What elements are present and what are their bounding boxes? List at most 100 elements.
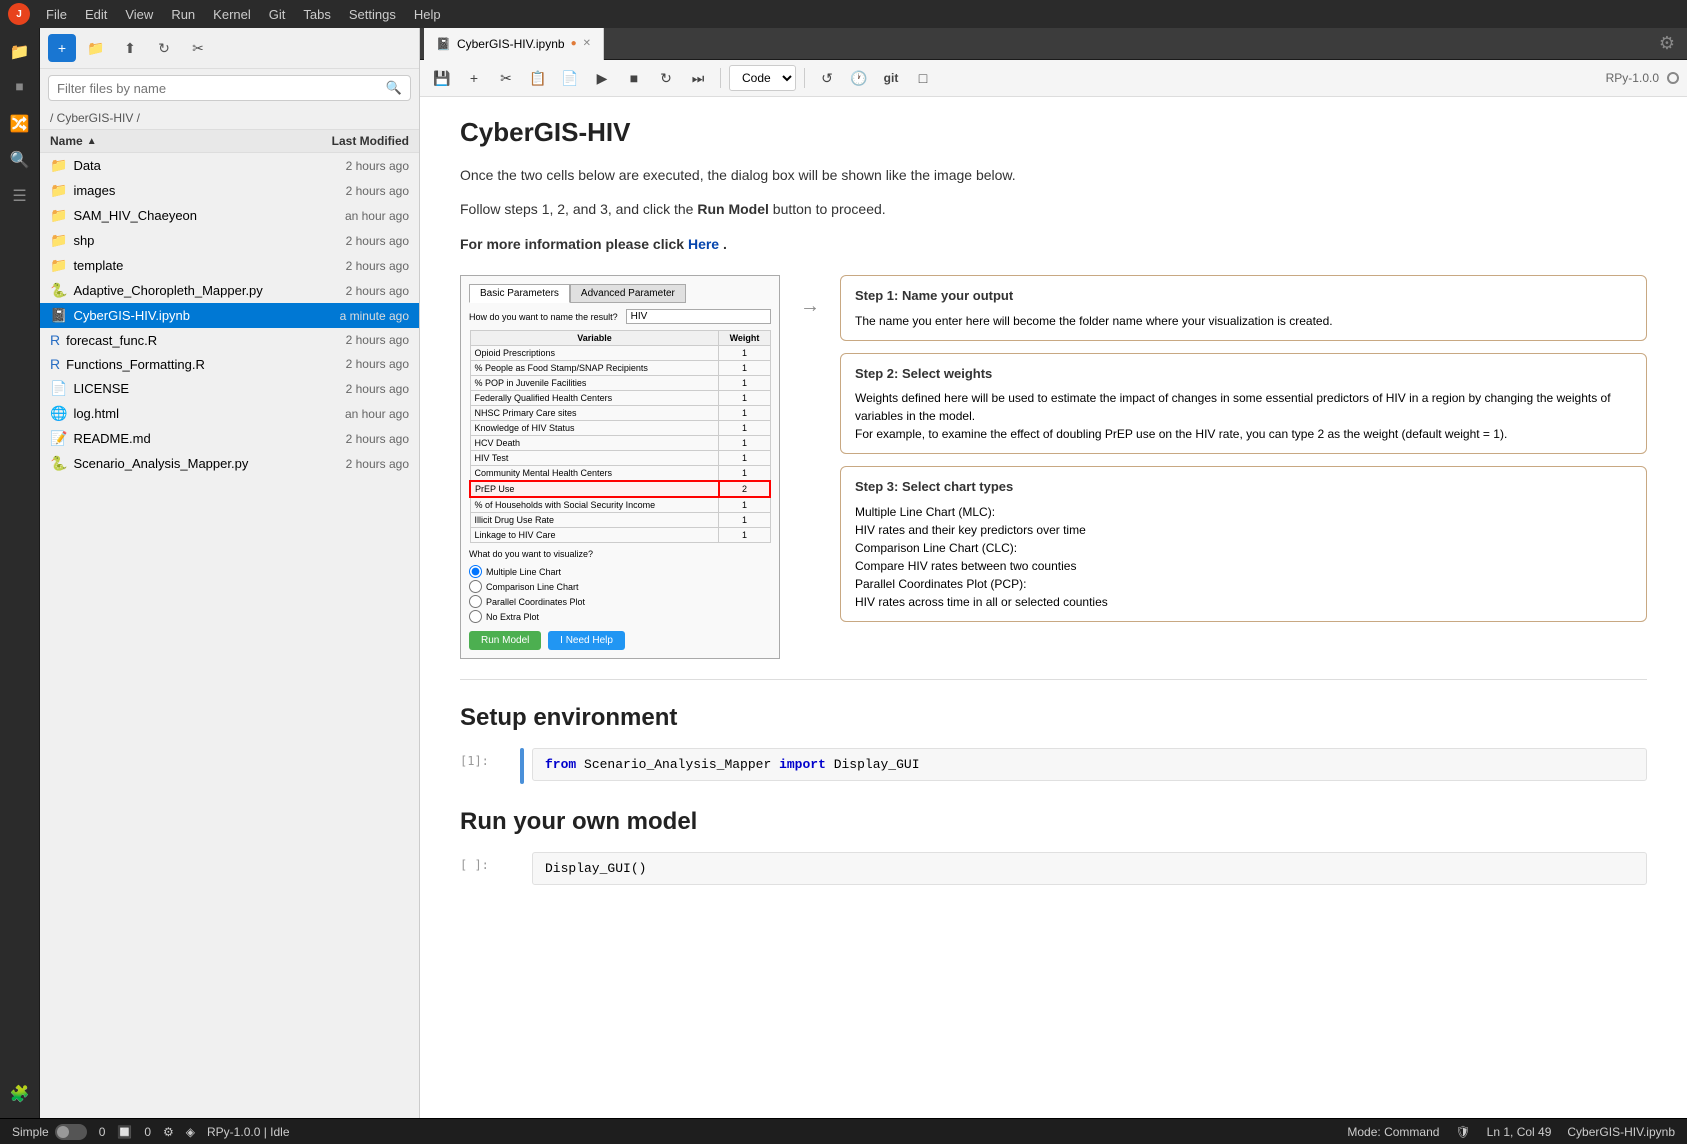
status-gear[interactable]: ⚙ (163, 1125, 174, 1139)
radio-pcp[interactable] (469, 595, 482, 608)
nb-content[interactable]: CyberGIS-HIV Once the two cells below ar… (420, 97, 1687, 1118)
dialog-name-input[interactable] (626, 309, 771, 324)
git-nb-button[interactable]: git (877, 64, 905, 92)
dialog-table-row: Illicit Drug Use Rate1 (470, 513, 770, 528)
menu-run[interactable]: Run (163, 4, 203, 25)
sidebar-icon-search[interactable]: 🔍 (4, 144, 36, 176)
r-icon: R (50, 356, 60, 372)
here-link[interactable]: Here (688, 236, 719, 252)
menu-tabs[interactable]: Tabs (295, 4, 338, 25)
run-button[interactable]: ▶ (588, 64, 616, 92)
new-folder-button[interactable]: 📁 (82, 34, 110, 62)
radio-clc[interactable] (469, 580, 482, 593)
interrupt-button[interactable]: ■ (620, 64, 648, 92)
step-text-3: Multiple Line Chart (MLC): HIV rates and… (855, 503, 1632, 611)
notebook-tab[interactable]: 📓 CyberGIS-HIV.ipynb ● ✕ (424, 28, 604, 60)
share-button[interactable]: □ (909, 64, 937, 92)
file-item[interactable]: 📁Data2 hours ago (40, 153, 419, 178)
file-icon: 📄 (50, 380, 67, 397)
sidebar-icon-extensions[interactable]: 🧩 (4, 1078, 36, 1110)
toggle-switch[interactable]: Simple (12, 1124, 87, 1140)
sidebar-icon-commands[interactable]: ☰ (4, 180, 36, 212)
search-box: 🔍 (48, 75, 411, 101)
file-item[interactable]: 📄LICENSE2 hours ago (40, 376, 419, 401)
run-model-btn[interactable]: Run Model (469, 631, 541, 650)
search-icon: 🔍 (386, 80, 402, 96)
tab-label: CyberGIS-HIV.ipynb (457, 37, 565, 51)
cursor-pos: Ln 1, Col 49 (1487, 1125, 1552, 1139)
kernel-label: RPy-1.0.0 (1606, 71, 1659, 85)
dialog-tab-advanced[interactable]: Advanced Parameter (570, 284, 686, 303)
file-name-label: forecast_func.R (66, 333, 157, 348)
file-item[interactable]: 📁shp2 hours ago (40, 228, 419, 253)
upload-button[interactable]: ⬆ (116, 34, 144, 62)
search-input[interactable] (57, 81, 380, 96)
step-box-1: Step 1: Name your outputThe name you ent… (840, 275, 1647, 341)
file-item[interactable]: 🐍Scenario_Analysis_Mapper.py2 hours ago (40, 451, 419, 476)
git-button[interactable]: ✂ (184, 34, 212, 62)
menu-edit[interactable]: Edit (77, 4, 115, 25)
folder-icon: 📁 (50, 207, 67, 224)
file-name-label: README.md (73, 431, 150, 446)
status-bar: Simple 0 🔲 0 ⚙ ◈ RPy-1.0.0 | Idle Mode: … (0, 1118, 1687, 1144)
tab-close-button[interactable]: ✕ (583, 38, 591, 49)
r-icon: R (50, 332, 60, 348)
toggle[interactable] (55, 1124, 87, 1140)
dialog-tab-bar: Basic Parameters Advanced Parameter (469, 284, 771, 303)
cut-button[interactable]: ✂ (492, 64, 520, 92)
file-item[interactable]: 🌐log.htmlan hour ago (40, 401, 419, 426)
sidebar-icon-running[interactable]: ⏹ (4, 72, 36, 104)
sidebar-icon-files[interactable]: 📁 (4, 36, 36, 68)
file-list: 📁Data2 hours ago📁images2 hours ago📁SAM_H… (40, 153, 419, 1118)
file-item[interactable]: 🐍Adaptive_Choropleth_Mapper.py2 hours ag… (40, 278, 419, 303)
file-time: 2 hours ago (289, 259, 409, 273)
nb-toolbar: 💾 + ✂ 📋 📄 ▶ ■ ↻ ⏭ Code ↺ 🕐 git □ RPy-1.0… (420, 60, 1687, 97)
file-name-label: Functions_Formatting.R (66, 357, 205, 372)
file-item[interactable]: 📝README.md2 hours ago (40, 426, 419, 451)
file-item[interactable]: 📓CyberGIS-HIV.ipynba minute ago (40, 303, 419, 328)
status-number-1: 0 (99, 1125, 106, 1139)
main-layout: 📁 ⏹ 🔀 🔍 ☰ 🧩 + 📁 ⬆ ↻ ✂ 🔍 / CyberGIS-HIV /… (0, 28, 1687, 1118)
radio-nep[interactable] (469, 610, 482, 623)
new-file-button[interactable]: + (48, 34, 76, 62)
radio-mlc[interactable] (469, 565, 482, 578)
paste-button[interactable]: 📄 (556, 64, 584, 92)
code-cell-2: [ ]: Display_GUI() (460, 852, 1647, 885)
clock-button[interactable]: 🕐 (845, 64, 873, 92)
restart-button[interactable]: ↻ (652, 64, 680, 92)
i-need-help-btn[interactable]: I Need Help (548, 631, 625, 650)
file-time: 2 hours ago (289, 234, 409, 248)
sidebar-icon-git[interactable]: 🔀 (4, 108, 36, 140)
ipynb-icon: 📓 (50, 307, 67, 324)
file-item[interactable]: RFunctions_Formatting.R2 hours ago (40, 352, 419, 376)
file-name-label: CyberGIS-HIV.ipynb (73, 308, 190, 323)
cell-type-select[interactable]: Code (729, 65, 796, 91)
file-item[interactable]: 📁images2 hours ago (40, 178, 419, 203)
menu-settings[interactable]: Settings (341, 4, 404, 25)
menu-git[interactable]: Git (261, 4, 294, 25)
refresh-button[interactable]: ↻ (150, 34, 178, 62)
cell-code-2[interactable]: Display_GUI() (532, 852, 1647, 885)
steps-panel: Step 1: Name your outputThe name you ent… (840, 275, 1647, 622)
dialog-tab-basic[interactable]: Basic Parameters (469, 284, 570, 303)
menu-help[interactable]: Help (406, 4, 449, 25)
file-item[interactable]: Rforecast_func.R2 hours ago (40, 328, 419, 352)
menu-view[interactable]: View (117, 4, 161, 25)
folder-icon: 📁 (50, 182, 67, 199)
restart2-button[interactable]: ↺ (813, 64, 841, 92)
file-item[interactable]: 📁template2 hours ago (40, 253, 419, 278)
fast-forward-button[interactable]: ⏭ (684, 64, 712, 92)
cell-code-1[interactable]: from Scenario_Analysis_Mapper import Dis… (532, 748, 1647, 781)
copy-button[interactable]: 📋 (524, 64, 552, 92)
file-item[interactable]: 📁SAM_HIV_Chaeyeonan hour ago (40, 203, 419, 228)
file-time: 2 hours ago (289, 284, 409, 298)
menu-kernel[interactable]: Kernel (205, 4, 259, 25)
step-title-2: Step 2: Select weights (855, 364, 1632, 384)
settings-gear-icon[interactable]: ⚙ (1659, 33, 1675, 54)
step-text-1: The name you enter here will become the … (855, 312, 1632, 330)
md-icon: 📝 (50, 430, 67, 447)
menu-file[interactable]: File (38, 4, 75, 25)
add-cell-button[interactable]: + (460, 64, 488, 92)
file-name-label: Adaptive_Choropleth_Mapper.py (73, 283, 262, 298)
save-button[interactable]: 💾 (428, 64, 456, 92)
